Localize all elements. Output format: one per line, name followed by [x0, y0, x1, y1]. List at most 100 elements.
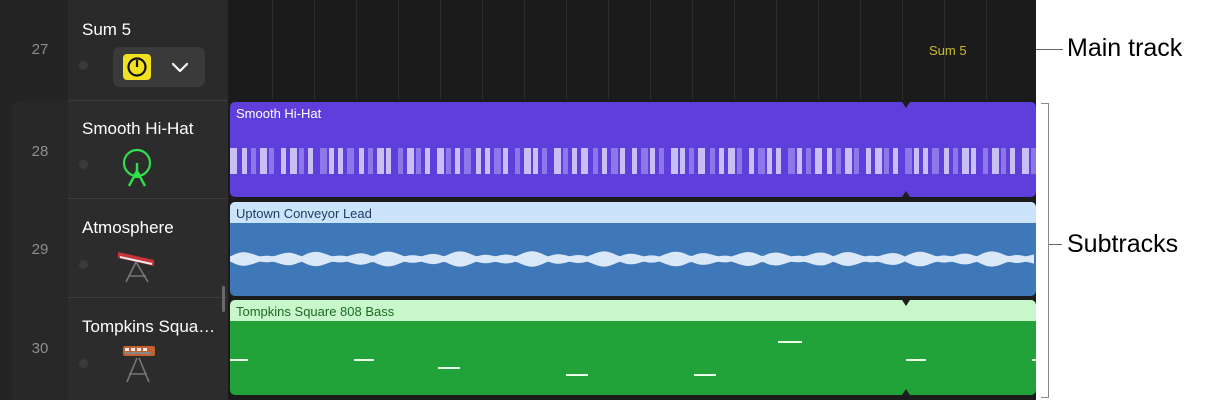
pattern-step [338, 148, 343, 174]
pattern-step [407, 148, 414, 174]
pattern-step [554, 148, 561, 174]
pattern-step [359, 148, 364, 174]
summing-track-label: Sum 5 [929, 43, 967, 58]
yellow-knob-icon [123, 54, 151, 80]
region-name: Smooth Hi-Hat [236, 106, 322, 121]
pattern-step [671, 148, 678, 174]
pattern-step [719, 148, 724, 174]
midi-note [566, 374, 588, 376]
track-name[interactable]: Sum 5 [82, 20, 222, 40]
pattern-step [767, 148, 772, 174]
midi-note [230, 359, 248, 361]
drum-machine-icon [117, 342, 159, 388]
track-number: 28 [31, 143, 49, 160]
region-smooth-hi-hat[interactable]: Smooth Hi-Hat [230, 102, 1036, 197]
pattern-step [611, 148, 618, 174]
pattern-step [602, 148, 607, 174]
pattern-step [776, 148, 781, 174]
pattern-step [659, 148, 664, 174]
pattern-step [845, 148, 852, 174]
track-status-dot [79, 61, 88, 70]
track-icon-control[interactable] [113, 47, 205, 87]
pattern-step [230, 148, 237, 174]
pattern-step [689, 148, 694, 174]
midi-notes [230, 321, 1036, 395]
pattern-step [710, 148, 715, 174]
pattern-step [494, 148, 501, 174]
pattern-step [893, 148, 898, 174]
pattern-step [437, 148, 444, 174]
pattern-step [329, 148, 334, 174]
pattern-step [932, 148, 939, 174]
region-tompkins-square-808-bass[interactable]: Tompkins Square 808 Bass [230, 300, 1036, 395]
pattern-step [386, 148, 391, 174]
callout-main-track: Main track [1067, 34, 1183, 62]
pattern-step [1010, 148, 1015, 174]
pattern-step [1031, 148, 1036, 174]
keyboard-synth-icon [114, 244, 160, 288]
pattern-step [446, 148, 451, 174]
pattern-step [953, 148, 958, 174]
region-name: Uptown Conveyor Lead [236, 206, 372, 221]
callout-subtracks: Subtracks [1067, 230, 1179, 258]
pattern-step [641, 148, 648, 174]
pattern-step [269, 148, 274, 174]
pattern-step [308, 148, 313, 174]
pattern-step [425, 148, 430, 174]
pattern-step [854, 148, 859, 174]
pattern-step [242, 148, 247, 174]
pattern-step [533, 148, 538, 174]
midi-pattern [230, 148, 1036, 174]
pattern-step [398, 148, 403, 174]
pattern-step [728, 148, 735, 174]
pattern-step [758, 148, 765, 174]
pattern-step [464, 148, 471, 174]
pattern-step [368, 148, 373, 174]
pattern-step [281, 148, 286, 174]
pattern-step [992, 148, 999, 174]
track-name[interactable]: Atmosphere [82, 218, 222, 238]
pattern-step [884, 148, 889, 174]
pattern-step [572, 148, 577, 174]
pattern-step [680, 148, 685, 174]
pattern-step [962, 148, 969, 174]
pattern-step [485, 148, 490, 174]
midi-note [906, 359, 926, 361]
tracks-area: 27 Sum 5 28 Smooth Hi-Hat 29 Atmosphere [0, 0, 1036, 400]
pattern-step [797, 148, 802, 174]
pattern-step [455, 148, 460, 174]
pattern-step [503, 148, 508, 174]
pattern-step [806, 148, 811, 174]
drum-kit-icon [117, 146, 157, 190]
pattern-step [737, 148, 742, 174]
pattern-step [836, 148, 841, 174]
pattern-step [650, 148, 655, 174]
track-number: 27 [31, 41, 49, 58]
pattern-step [515, 148, 520, 174]
pattern-step [416, 148, 421, 174]
region-uptown-conveyor-lead[interactable]: Uptown Conveyor Lead [230, 202, 1036, 296]
pattern-step [620, 148, 625, 174]
pattern-step [875, 148, 882, 174]
header-resize-handle[interactable] [222, 286, 225, 312]
pattern-step [866, 148, 871, 174]
track-name[interactable]: Smooth Hi-Hat [82, 119, 222, 139]
midi-note [1032, 359, 1036, 361]
chevron-down-icon[interactable] [169, 56, 191, 78]
pattern-step [542, 148, 547, 174]
pattern-step [944, 148, 949, 174]
region-name: Tompkins Square 808 Bass [236, 304, 395, 319]
pattern-step [299, 148, 304, 174]
pattern-step [593, 148, 598, 174]
pattern-step [914, 148, 919, 174]
pattern-step [581, 148, 588, 174]
subtracks-bracket [1041, 103, 1049, 398]
pattern-step [749, 148, 754, 174]
pattern-step [815, 148, 822, 174]
midi-note [778, 341, 802, 343]
midi-note [354, 359, 374, 361]
pattern-step [632, 148, 637, 174]
track-name[interactable]: Tompkins Square 808 Bass [82, 317, 216, 337]
pattern-step [788, 148, 795, 174]
track-number: 30 [31, 340, 49, 357]
